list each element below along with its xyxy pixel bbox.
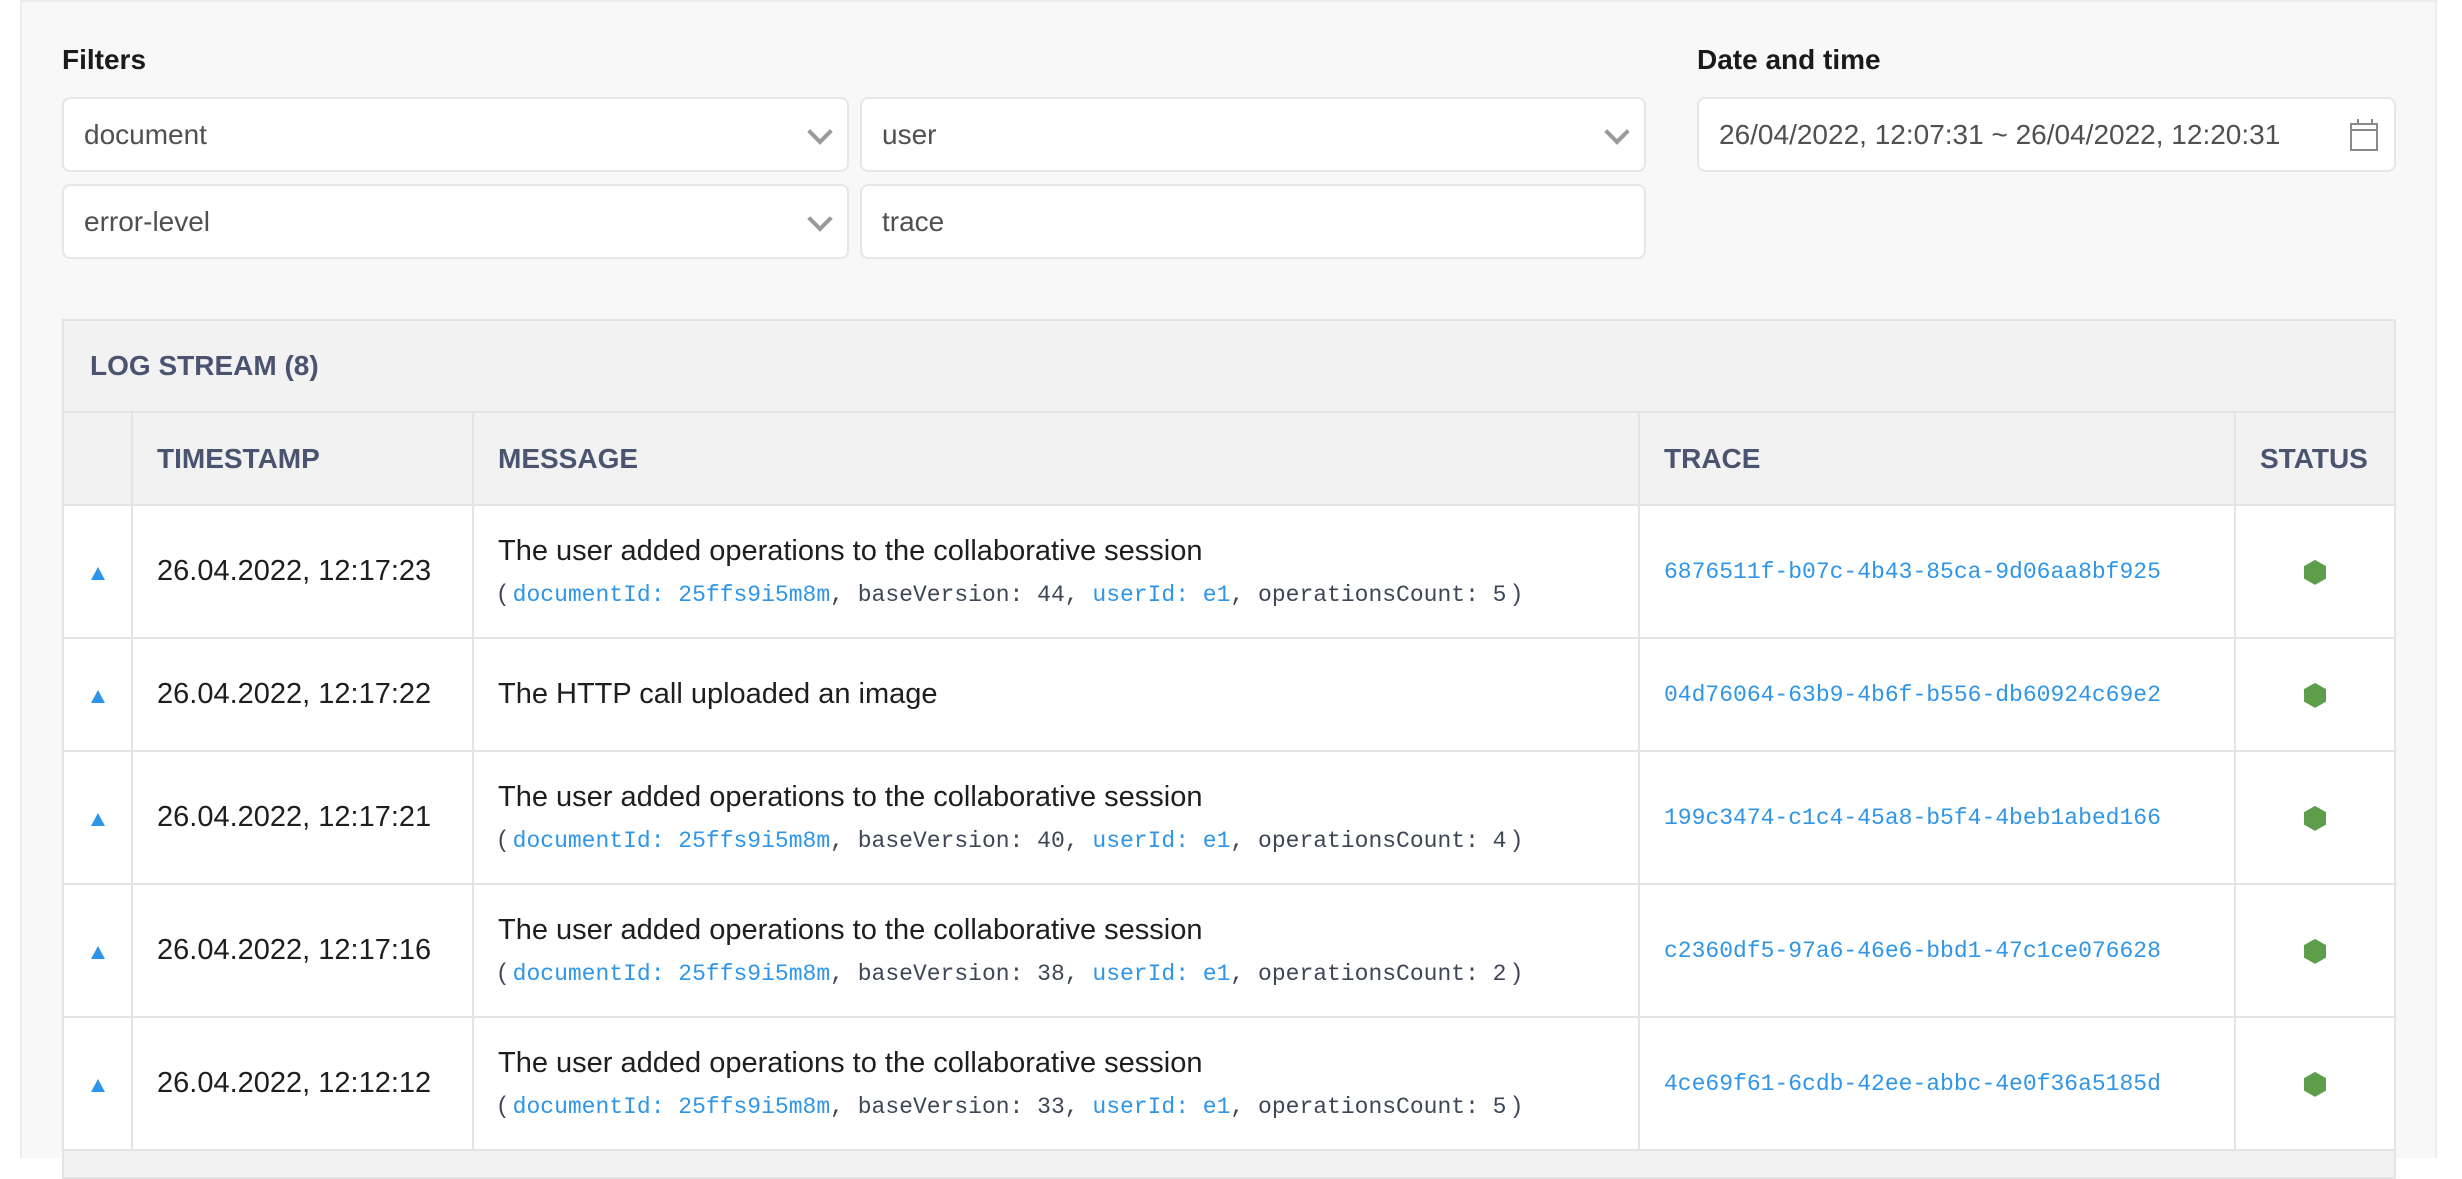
table-header-row: TIMESTAMP MESSAGE TRACE STATUS (64, 413, 2394, 506)
table-row[interactable]: 26.04.2022, 12:17:16 The user added oper… (64, 884, 2394, 1018)
message-cell: The user added operations to the collabo… (473, 505, 1640, 639)
detail-base-version: baseVersion: 38 (857, 961, 1065, 987)
status-cell (2235, 884, 2394, 1018)
expand-triangle-icon[interactable] (90, 567, 105, 580)
log-table: TIMESTAMP MESSAGE TRACE STATUS 26.04.202… (64, 413, 2394, 1151)
detail-user-id[interactable]: userId: e1 (1092, 582, 1230, 608)
timestamp-cell: 26.04.2022, 12:17:23 (132, 505, 474, 639)
table-row[interactable]: 26.04.2022, 12:17:23 The user added oper… (64, 505, 2394, 639)
detail-base-version: baseVersion: 44 (857, 582, 1065, 608)
paren-open: ( (498, 826, 513, 853)
trace-link[interactable]: 199c3474-c1c4-45a8-b5f4-4beb1abed166 (1639, 751, 2236, 885)
message-details: ( documentId: 25ffs9i5m8m, baseVersion: … (498, 580, 1522, 608)
status-cell (2235, 505, 2394, 639)
detail-user-id[interactable]: userId: e1 (1092, 961, 1230, 987)
paren-close: ) (1506, 826, 1522, 853)
paren-open: ( (498, 1092, 513, 1119)
message-details: ( documentId: 25ffs9i5m8m, baseVersion: … (498, 826, 1522, 854)
status-cell (2235, 1017, 2394, 1151)
detail-user-id[interactable]: userId: e1 (1092, 1094, 1230, 1120)
expand-cell[interactable] (64, 751, 133, 885)
expand-triangle-icon[interactable] (90, 690, 105, 703)
error-level-select-value: error-level (84, 205, 211, 237)
chevron-down-icon (807, 205, 833, 232)
detail-document-id[interactable]: documentId: 25ffs9i5m8m (513, 1094, 830, 1120)
paren-open: ( (498, 959, 513, 986)
message-details: ( documentId: 25ffs9i5m8m, baseVersion: … (498, 959, 1522, 987)
expand-cell[interactable] (64, 884, 133, 1018)
detail-operations-count: operationsCount: 5 (1258, 582, 1507, 608)
document-select[interactable]: document (62, 97, 849, 172)
detail-operations-count: operationsCount: 4 (1258, 828, 1507, 854)
filters-label: Filters (62, 44, 147, 75)
status-success-icon (2304, 559, 2326, 585)
date-range-picker[interactable]: 26/04/2022, 12:07:31 ~ 26/04/2022, 12:20… (1697, 97, 2396, 172)
detail-document-id[interactable]: documentId: 25ffs9i5m8m (513, 828, 830, 854)
trace-link[interactable]: 4ce69f61-6cdb-42ee-abbc-4e0f36a5185d (1639, 1017, 2236, 1151)
table-row[interactable]: 26.04.2022, 12:12:12 The user added oper… (64, 1017, 2394, 1151)
detail-document-id[interactable]: documentId: 25ffs9i5m8m (513, 582, 830, 608)
paren-close: ) (1506, 1092, 1522, 1119)
message-details: ( documentId: 25ffs9i5m8m, baseVersion: … (498, 1092, 1522, 1120)
document-select-value: document (84, 118, 207, 150)
detail-user-id[interactable]: userId: e1 (1092, 828, 1230, 854)
column-header-timestamp[interactable]: TIMESTAMP (132, 413, 474, 506)
table-row[interactable]: 26.04.2022, 12:17:22 The HTTP call uploa… (64, 638, 2394, 752)
column-header-expand (64, 413, 133, 506)
error-level-select[interactable]: error-level (62, 184, 849, 259)
expand-triangle-icon[interactable] (90, 813, 105, 826)
column-header-message[interactable]: MESSAGE (473, 413, 1640, 506)
calendar-icon[interactable] (2350, 118, 2378, 151)
timestamp-cell: 26.04.2022, 12:17:22 (132, 638, 474, 752)
message-cell: The HTTP call uploaded an image (473, 638, 1640, 752)
detail-operations-count: operationsCount: 5 (1258, 1094, 1507, 1120)
paren-close: ) (1506, 580, 1522, 607)
expand-cell[interactable] (64, 505, 133, 639)
message-cell: The user added operations to the collabo… (473, 1017, 1640, 1151)
detail-base-version: baseVersion: 40 (857, 828, 1065, 854)
trace-input[interactable]: trace (860, 184, 1646, 259)
timestamp-cell: 26.04.2022, 12:12:12 (132, 1017, 474, 1151)
message-cell: The user added operations to the collabo… (473, 884, 1640, 1018)
trace-link[interactable]: 04d76064-63b9-4b6f-b556-db60924c69e2 (1639, 638, 2236, 752)
message-text: The user added operations to the collabo… (498, 1047, 1203, 1079)
status-cell (2235, 751, 2394, 885)
message-text: The user added operations to the collabo… (498, 781, 1203, 813)
paren-close: ) (1506, 959, 1522, 986)
trace-link[interactable]: c2360df5-97a6-46e6-bbd1-47c1ce076628 (1639, 884, 2236, 1018)
log-stream-title: LOG STREAM (8) (64, 321, 2394, 413)
expand-cell[interactable] (64, 638, 133, 752)
timestamp-cell: 26.04.2022, 12:17:21 (132, 751, 474, 885)
chevron-down-icon (807, 118, 833, 145)
message-cell: The user added operations to the collabo… (473, 751, 1640, 885)
detail-operations-count: operationsCount: 2 (1258, 961, 1507, 987)
status-success-icon (2304, 805, 2326, 831)
date-time-label: Date and time (1697, 44, 1881, 75)
trace-input-value: trace (882, 205, 945, 237)
message-text: The HTTP call uploaded an image (498, 678, 938, 710)
expand-triangle-icon[interactable] (90, 1079, 105, 1092)
table-row[interactable]: 26.04.2022, 12:17:21 The user added oper… (64, 751, 2394, 885)
paren-open: ( (498, 580, 513, 607)
detail-base-version: baseVersion: 33 (857, 1094, 1065, 1120)
log-stream-panel: LOG STREAM (8) TIMESTAMP MESSAGE TRACE S… (62, 319, 2396, 1179)
column-header-status[interactable]: STATUS (2235, 413, 2394, 506)
detail-document-id[interactable]: documentId: 25ffs9i5m8m (513, 961, 830, 987)
message-text: The user added operations to the collabo… (498, 914, 1203, 946)
expand-cell[interactable] (64, 1017, 133, 1151)
chevron-down-icon (1604, 118, 1630, 145)
column-header-trace[interactable]: TRACE (1639, 413, 2236, 506)
timestamp-cell: 26.04.2022, 12:17:16 (132, 884, 474, 1018)
expand-triangle-icon[interactable] (90, 946, 105, 959)
status-cell (2235, 638, 2394, 752)
user-select-value: user (882, 118, 937, 150)
status-success-icon (2304, 938, 2326, 964)
trace-link[interactable]: 6876511f-b07c-4b43-85ca-9d06aa8bf925 (1639, 505, 2236, 639)
message-text: The user added operations to the collabo… (498, 535, 1203, 567)
status-success-icon (2304, 1071, 2326, 1097)
user-select[interactable]: user (860, 97, 1646, 172)
status-success-icon (2304, 682, 2326, 708)
date-range-value: 26/04/2022, 12:07:31 ~ 26/04/2022, 12:20… (1719, 118, 2281, 150)
